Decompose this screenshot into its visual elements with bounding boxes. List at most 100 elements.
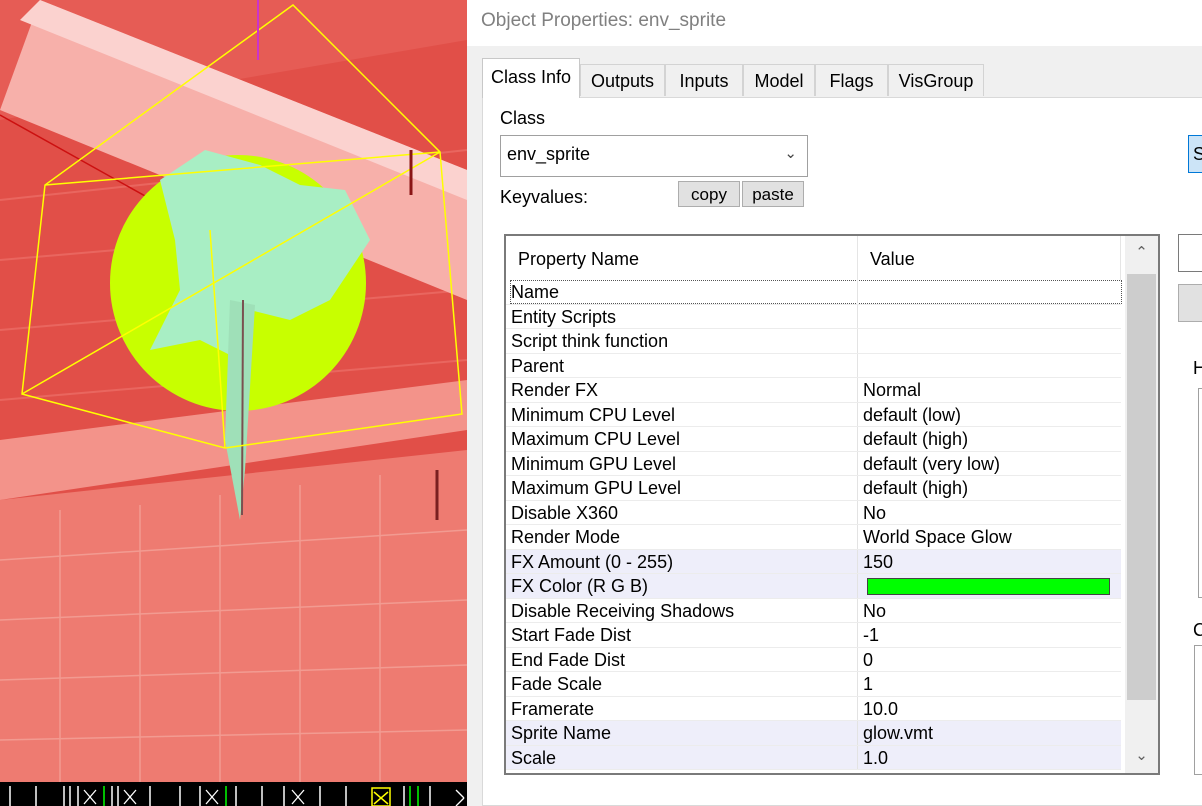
keyvalues-label: Keyvalues: (500, 187, 589, 207)
grid-row[interactable]: Start Fade Dist -1 (506, 623, 1121, 648)
column-divider (857, 476, 858, 500)
grid-row[interactable]: Framerate 10.0 (506, 696, 1121, 721)
copy-button[interactable]: copy (678, 181, 740, 207)
grid-row[interactable]: Maximum GPU Level default (high) (506, 476, 1121, 501)
grid-row[interactable]: Render FX Normal (506, 378, 1121, 403)
property-name-cell: FX Amount (0 - 255) (511, 551, 674, 572)
property-value-cell[interactable]: default (high) (863, 428, 968, 450)
property-name-cell: Maximum GPU Level (511, 478, 682, 498)
grid-row[interactable]: Parent (506, 353, 1121, 378)
tab-model[interactable]: Model (743, 64, 815, 96)
grid-row[interactable]: Maximum CPU Level default (high) (506, 427, 1121, 452)
tab-class-info[interactable]: Class Info (482, 58, 580, 98)
property-value-cell[interactable]: glow.vmt (863, 722, 933, 744)
smartedit-button-label: S (1193, 144, 1202, 165)
tab-visgroup[interactable]: VisGroup (888, 64, 984, 96)
column-divider (857, 721, 858, 745)
help-label: H (1193, 358, 1202, 378)
3d-viewport[interactable] (0, 0, 467, 806)
property-name-cell: FX Color (R G B) (511, 576, 649, 596)
property-value-cell[interactable]: default (low) (863, 404, 961, 426)
right-input-field[interactable] (1178, 234, 1202, 272)
grid-row[interactable]: Entity Scripts (506, 304, 1121, 329)
dialog-titlebar[interactable]: Object Properties: env_sprite (467, 0, 1202, 46)
column-divider (857, 280, 858, 304)
property-value-cell[interactable]: 1.0 (863, 747, 888, 769)
property-value-cell[interactable]: default (very low) (863, 453, 1000, 475)
keyvalues-grid[interactable]: Property Name Value Name Entity Scripts Sc… (504, 234, 1160, 775)
column-divider (857, 598, 858, 622)
grid-scrollbar[interactable]: ⌃ ⌄ (1125, 236, 1158, 773)
column-divider (857, 329, 858, 353)
property-name-cell: Minimum CPU Level (511, 404, 676, 425)
column-divider (857, 427, 858, 451)
property-name-cell: Disable Receiving Shadows (511, 600, 735, 621)
property-name-cell: Script think function (511, 331, 669, 351)
class-label: Class (500, 108, 546, 128)
property-name-cell: Render FX (511, 380, 599, 400)
property-name-cell: Sprite Name (511, 723, 612, 743)
property-name-cell: Scale (511, 747, 557, 768)
grid-header: Property Name Value (506, 236, 1121, 280)
property-name-cell: Render Mode (511, 527, 621, 547)
property-value-cell[interactable]: No (863, 502, 886, 524)
scroll-down-icon[interactable]: ⌄ (1125, 739, 1158, 773)
grid-row[interactable]: Minimum CPU Level default (low) (506, 402, 1121, 427)
scrollbar-thumb[interactable] (1127, 274, 1156, 700)
grid-row[interactable]: Scale 1.0 (506, 745, 1121, 770)
property-name-cell: Minimum GPU Level (511, 453, 677, 474)
column-divider (857, 353, 858, 377)
grid-row[interactable]: Disable X360 No (506, 500, 1121, 525)
grid-row[interactable]: Disable Receiving Shadows No (506, 598, 1121, 623)
grid-row[interactable]: Name (506, 280, 1122, 305)
grid-row[interactable]: End Fade Dist 0 (506, 647, 1121, 672)
property-value-cell[interactable]: Normal (863, 379, 921, 401)
column-divider (857, 745, 858, 769)
property-value-cell[interactable]: 10.0 (863, 698, 898, 720)
grid-row[interactable]: Minimum GPU Level default (very low) (506, 451, 1121, 476)
column-divider (857, 672, 858, 696)
grid-row[interactable]: Script think function (506, 329, 1121, 354)
property-value-cell[interactable]: default (high) (863, 477, 968, 499)
column-divider (857, 623, 858, 647)
fx-color-swatch[interactable] (867, 578, 1110, 595)
class-select-value: env_sprite (507, 144, 591, 164)
column-divider (857, 304, 858, 328)
grid-rows: Name Entity Scripts Script think function P… (506, 280, 1122, 770)
property-name-cell: Name (510, 280, 1122, 304)
right-button[interactable] (1178, 284, 1202, 322)
column-header-property-name[interactable]: Property Name (506, 236, 858, 280)
property-value-cell[interactable]: -1 (863, 624, 879, 646)
class-select[interactable]: env_sprite ⌄ (500, 135, 808, 177)
column-header-value[interactable]: Value (858, 236, 1121, 280)
grid-row[interactable]: Sprite Name glow.vmt (506, 721, 1121, 746)
comments-box[interactable] (1194, 645, 1202, 775)
paste-button[interactable]: paste (742, 181, 804, 207)
chevron-down-icon: ⌄ (784, 145, 797, 162)
column-divider (857, 378, 858, 402)
property-value-cell[interactable]: 0 (863, 649, 873, 671)
dialog-title: Object Properties: env_sprite (481, 10, 727, 31)
grid-row[interactable]: Render Mode World Space Glow (506, 525, 1121, 550)
property-name-cell: Maximum CPU Level (511, 429, 681, 449)
property-value-cell[interactable]: 150 (863, 551, 893, 573)
property-name-cell: End Fade Dist (511, 649, 626, 670)
tab-flags[interactable]: Flags (815, 64, 888, 96)
smartedit-button[interactable]: S (1188, 135, 1202, 173)
property-name-cell: Disable X360 (511, 502, 619, 523)
property-name-cell: Framerate (511, 698, 595, 719)
property-value-cell[interactable]: World Space Glow (863, 526, 1012, 548)
property-name-cell: Fade Scale (511, 674, 603, 694)
column-divider (857, 549, 858, 573)
grid-row[interactable]: FX Amount (0 - 255) 150 (506, 549, 1121, 574)
property-name-cell: Entity Scripts (511, 306, 617, 327)
column-divider (857, 500, 858, 524)
tab-outputs[interactable]: Outputs (580, 64, 665, 96)
viewport-render (0, 0, 467, 806)
tab-inputs[interactable]: Inputs (665, 64, 743, 96)
property-value-cell[interactable]: 1 (863, 673, 873, 695)
property-value-cell[interactable]: No (863, 600, 886, 622)
grid-row[interactable]: Fade Scale 1 (506, 672, 1121, 697)
grid-row[interactable]: FX Color (R G B) (506, 574, 1121, 599)
scroll-up-icon[interactable]: ⌃ (1125, 236, 1158, 270)
